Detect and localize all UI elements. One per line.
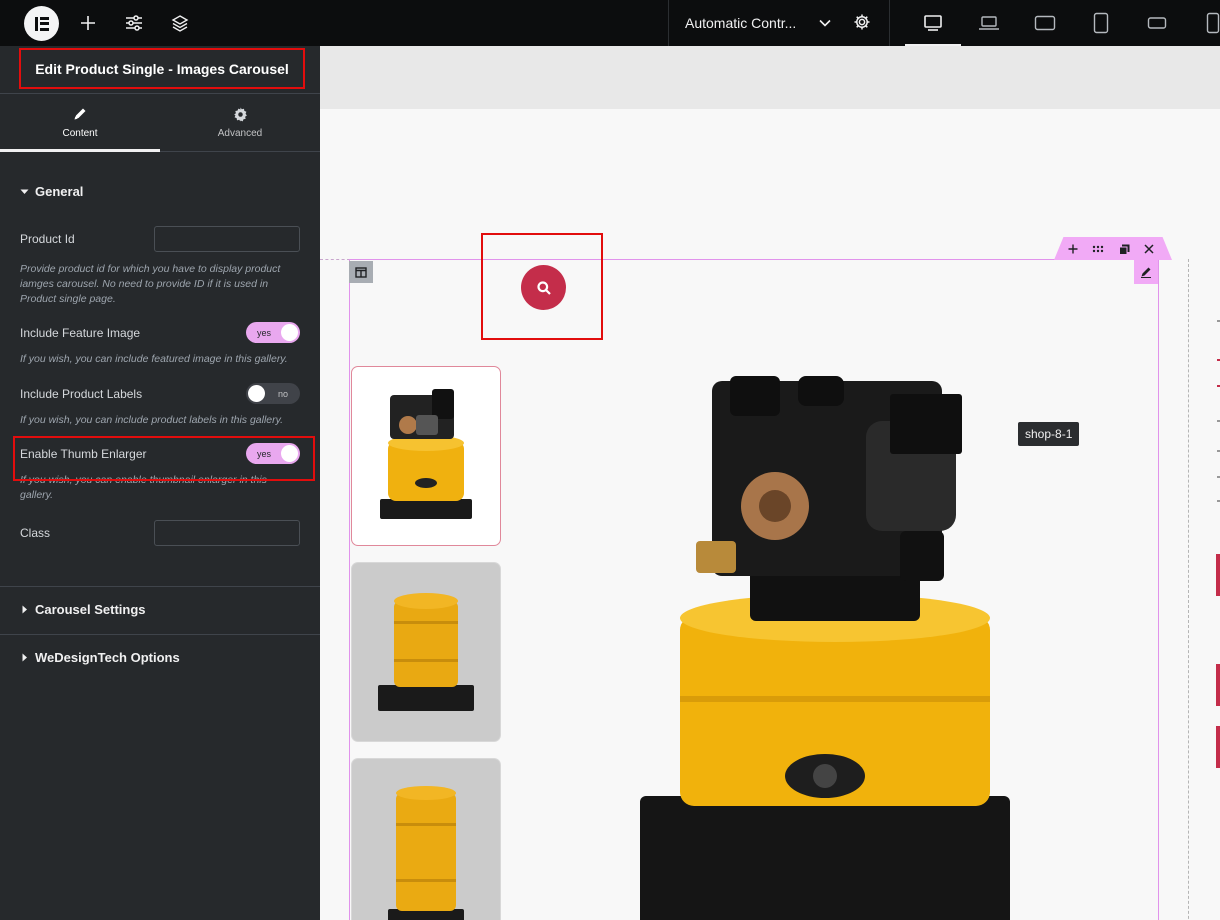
duplicate-icon[interactable] — [1116, 241, 1132, 257]
drag-handle-icon[interactable] — [1090, 241, 1106, 257]
desktop-icon[interactable] — [905, 0, 961, 46]
toggle-knob — [281, 445, 298, 462]
pencil-icon — [73, 106, 87, 122]
section-carousel-settings-toggle[interactable]: Carousel Settings — [20, 602, 146, 617]
enable-thumb-enlarger-description: If you wish, you can enable thumbnail en… — [20, 474, 267, 501]
pump-thumbnail-image — [380, 389, 472, 519]
section-toolbar — [1054, 237, 1172, 260]
section-wedesigntech-options-label: WeDesignTech Options — [35, 650, 180, 665]
main-product-image — [640, 376, 1010, 920]
elementor-logo-icon[interactable] — [24, 6, 59, 41]
column-handle-icon[interactable] — [349, 261, 373, 283]
section-general-label: General — [35, 184, 84, 199]
chevron-down-icon[interactable] — [818, 16, 832, 33]
gear-icon — [233, 106, 248, 122]
toggle-knob — [248, 385, 265, 402]
include-product-labels-label: Include Product Labels — [20, 387, 143, 401]
settings-sliders-icon[interactable] — [122, 11, 146, 35]
page-selector[interactable]: Automatic Contr... — [668, 0, 890, 46]
panel-tabs: Content Advanced — [0, 94, 320, 152]
pump-thumbnail-image — [378, 593, 474, 711]
toggle-state-text: yes — [257, 327, 272, 338]
add-icon[interactable] — [76, 11, 100, 35]
page-name: Automatic Contr... — [685, 15, 797, 31]
caret-right-icon — [20, 602, 29, 617]
tab-advanced-label: Advanced — [217, 128, 263, 139]
caret-right-icon — [20, 650, 29, 665]
caret-down-icon — [20, 184, 29, 199]
section-general-toggle[interactable]: General — [20, 184, 83, 199]
product-id-input[interactable] — [154, 226, 300, 252]
section-wedesigntech-options-toggle[interactable]: WeDesignTech Options — [20, 650, 180, 665]
mobile-portrait-icon[interactable] — [1185, 0, 1220, 46]
section-carousel-settings-label: Carousel Settings — [35, 602, 146, 617]
include-feature-image-description: If you wish, you can include featured im… — [20, 353, 288, 365]
include-feature-image-toggle[interactable]: yes — [246, 322, 300, 343]
tab-content[interactable]: Content — [0, 94, 160, 152]
product-thumbnail[interactable] — [351, 366, 501, 546]
include-feature-image-label: Include Feature Image — [20, 326, 141, 340]
column-divider — [1188, 259, 1189, 920]
panel-title: Edit Product Single - Images Carousel — [19, 48, 305, 89]
product-id-label: Product Id — [20, 232, 75, 246]
toggle-state-text: yes — [257, 448, 272, 459]
edit-widget-icon[interactable] — [1134, 260, 1158, 284]
tab-advanced[interactable]: Advanced — [160, 94, 320, 151]
section-boundary — [320, 259, 350, 260]
product-thumbnail[interactable] — [351, 562, 501, 742]
editor-panel: Edit Product Single - Images Carousel Co… — [0, 46, 320, 920]
tab-content-label: Content — [62, 128, 98, 139]
enable-thumb-enlarger-label: Enable Thumb Enlarger — [20, 447, 147, 461]
laptop-icon[interactable] — [961, 0, 1017, 46]
product-id-description: Provide product id for which you have to… — [20, 263, 281, 305]
panel-header: Edit Product Single - Images Carousel — [0, 46, 320, 94]
image-title-tooltip: shop-8-1 — [1018, 422, 1080, 446]
enable-thumb-enlarger-toggle[interactable]: yes — [246, 443, 300, 464]
zoom-search-icon[interactable] — [521, 265, 566, 310]
toggle-knob — [281, 324, 298, 341]
product-thumbnail[interactable] — [351, 758, 501, 920]
class-label: Class — [20, 526, 51, 540]
preview-canvas: shop-8-1 — [320, 46, 1220, 920]
layers-icon[interactable] — [168, 11, 192, 35]
canvas-header-area — [320, 46, 1220, 109]
mobile-landscape-icon[interactable] — [1129, 0, 1185, 46]
delete-close-icon[interactable] — [1141, 241, 1157, 257]
tablet-landscape-icon[interactable] — [1017, 0, 1073, 46]
top-bar: Automatic Contr... — [0, 0, 1220, 46]
toggle-state-text: no — [277, 388, 288, 399]
section-divider — [0, 586, 320, 587]
tablet-portrait-icon[interactable] — [1073, 0, 1129, 46]
section-divider — [0, 634, 320, 635]
add-section-icon[interactable] — [1065, 241, 1081, 257]
class-input[interactable] — [154, 520, 300, 546]
page-settings-gear-icon[interactable] — [853, 13, 871, 34]
include-product-labels-description: If you wish, you can include product lab… — [20, 414, 284, 426]
pump-thumbnail-image — [388, 786, 464, 920]
include-product-labels-toggle[interactable]: no — [246, 383, 300, 404]
